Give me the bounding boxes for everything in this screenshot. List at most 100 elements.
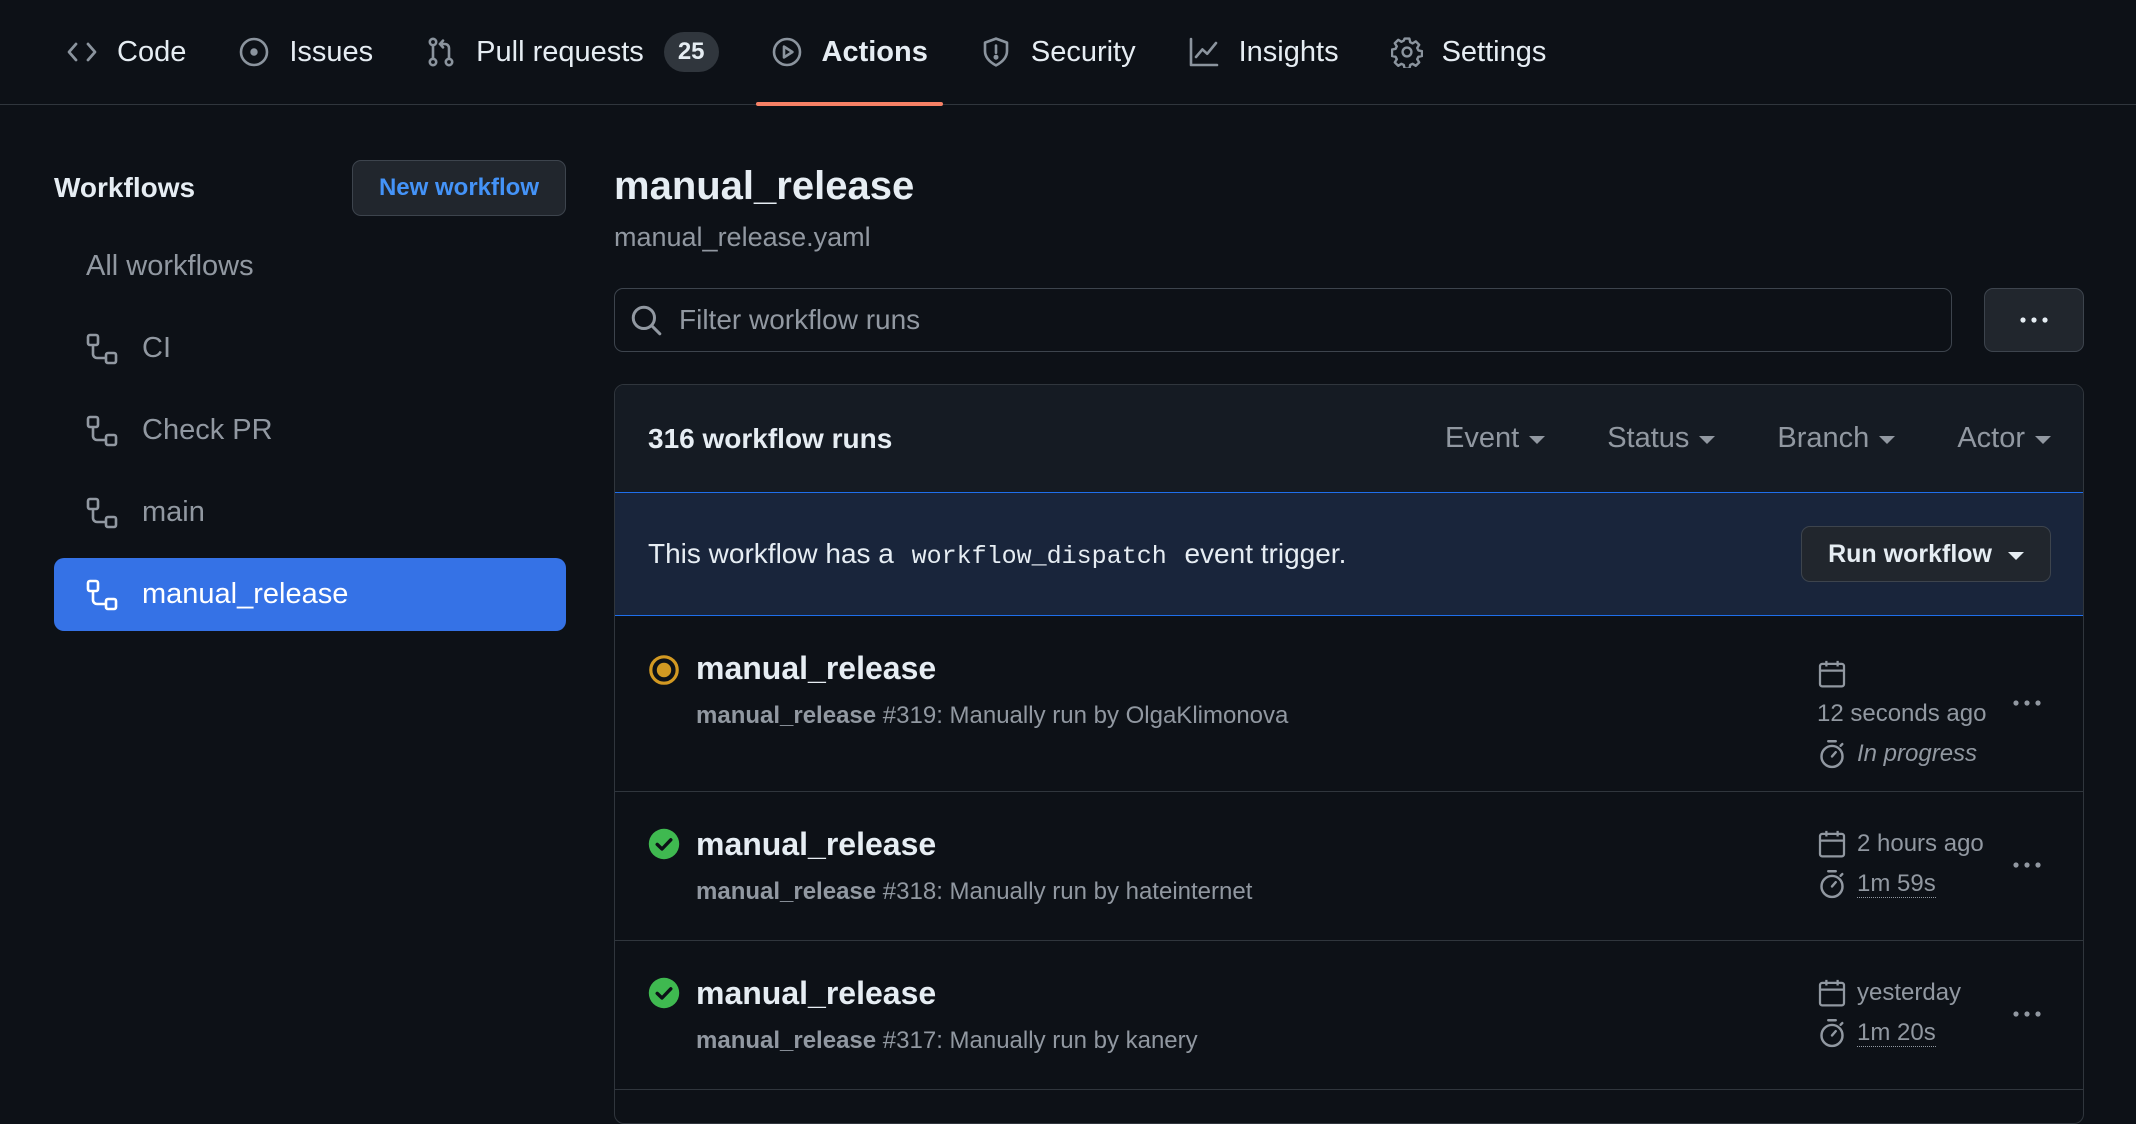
run-date: 2 hours ago	[1857, 830, 1984, 857]
run-workflow-name: manual_release	[696, 878, 877, 905]
run-workflow-label: Run workflow	[1828, 539, 1992, 568]
run-title-link[interactable]: manual_release	[696, 826, 936, 863]
tab-code-label: Code	[117, 35, 187, 68]
dispatch-suffix: event trigger.	[1184, 537, 1347, 569]
search-icon	[631, 305, 662, 336]
runs-box: 316 workflow runs Event Status Branch Ac…	[614, 384, 2084, 1124]
run-duration-line: 1m 20s	[1817, 1013, 1961, 1053]
tab-insights-label: Insights	[1238, 35, 1339, 68]
run-date-line: 2 hours ago	[1817, 824, 1984, 864]
workflow-list: All workflows CI Check PR main manual_re…	[54, 230, 566, 631]
sidebar-header: Workflows New workflow	[54, 160, 566, 216]
sidebar-item-label: All workflows	[86, 250, 254, 282]
check-circle-icon	[648, 977, 680, 1009]
kebab-horizontal-icon	[2020, 317, 2048, 323]
run-duration-line: 1m 59s	[1817, 864, 1984, 904]
code-icon	[67, 42, 97, 62]
dispatch-prefix: This workflow has a	[648, 537, 894, 569]
workflow-icon	[86, 333, 118, 364]
run-row[interactable]: manual_release manual_release #319: Manu…	[615, 616, 2083, 792]
run-meta: 12 seconds ago In progress	[1817, 654, 1986, 774]
run-row[interactable]: manual_release manual_release #317: Manu…	[615, 941, 2083, 1090]
run-date-icon-line	[1817, 654, 1986, 694]
run-subtitle: manual_release #318: Manually run by hat…	[696, 878, 1252, 906]
tab-settings[interactable]: Settings	[1390, 0, 1547, 105]
run-workflow-name: manual_release	[696, 1027, 877, 1054]
run-date-line: 12 seconds ago	[1817, 694, 1986, 734]
page-title: manual_release	[614, 164, 915, 208]
in-progress-icon	[649, 655, 679, 685]
run-title-link[interactable]: manual_release	[696, 975, 936, 1012]
sidebar-item-manual-release[interactable]: manual_release	[54, 558, 566, 631]
stopwatch-icon	[1820, 1019, 1844, 1048]
run-detail: #319: Manually run by OlgaKlimonova	[882, 702, 1289, 729]
tab-security[interactable]: Security	[980, 0, 1136, 105]
run-duration: 1m 20s	[1857, 1018, 1936, 1047]
run-subtitle: manual_release #319: Manually run by Olg…	[696, 702, 1288, 730]
tab-pull-requests-label: Pull requests	[476, 35, 644, 68]
workflow-file-link[interactable]: manual_release.yaml	[614, 222, 2084, 253]
pull-request-icon	[428, 37, 454, 67]
branch-filter[interactable]: Branch	[1777, 422, 1896, 455]
run-subtitle: manual_release #317: Manually run by kan…	[696, 1027, 1198, 1055]
calendar-icon	[1818, 830, 1846, 858]
tab-settings-label: Settings	[1441, 35, 1547, 68]
workflow-icon	[86, 579, 118, 610]
graph-icon	[1189, 37, 1218, 67]
workflow-icon	[86, 415, 118, 446]
calendar-icon	[1818, 979, 1846, 1007]
workflow-menu-button[interactable]	[1984, 288, 2084, 352]
run-duration: In progress	[1857, 740, 1978, 767]
tab-insights[interactable]: Insights	[1188, 0, 1339, 105]
sidebar-item-check-pr[interactable]: Check PR	[54, 394, 566, 467]
new-workflow-button[interactable]: New workflow	[351, 160, 566, 216]
sidebar-item-label: manual_release	[142, 578, 349, 610]
filter-box	[614, 288, 1952, 352]
sidebar-item-label: Check PR	[142, 414, 273, 446]
run-duration-line: In progress	[1817, 734, 1986, 774]
run-workflow-button[interactable]: Run workflow	[1801, 526, 2051, 582]
run-meta: yesterday 1m 20s	[1817, 973, 1961, 1053]
run-date-line: yesterday	[1817, 973, 1961, 1013]
kebab-horizontal-icon[interactable]	[2007, 850, 2047, 880]
kebab-horizontal-icon[interactable]	[2007, 999, 2047, 1029]
tab-security-label: Security	[1030, 35, 1136, 68]
pull-requests-counter: 25	[663, 32, 719, 72]
calendar-icon	[1818, 660, 1846, 688]
sidebar-item-all-workflows[interactable]: All workflows	[54, 230, 566, 303]
caret-down-icon	[2035, 436, 2051, 444]
actor-filter[interactable]: Actor	[1957, 422, 2051, 455]
play-icon	[772, 37, 801, 67]
sidebar-item-ci[interactable]: CI	[54, 312, 566, 385]
sidebar-item-main[interactable]: main	[54, 476, 566, 549]
run-workflow-name: manual_release	[696, 702, 877, 729]
repo-nav: Code Issues Pull requests 25 Actions Sec…	[0, 0, 2136, 106]
sidebar-title: Workflows	[54, 172, 196, 203]
run-detail: #318: Manually run by hateinternet	[882, 878, 1253, 905]
tab-actions[interactable]: Actions	[755, 0, 944, 106]
tab-pull-requests[interactable]: Pull requests 25	[425, 0, 719, 105]
run-detail: #317: Manually run by kanery	[882, 1027, 1198, 1054]
kebab-horizontal-icon[interactable]	[2007, 688, 2047, 718]
caret-down-icon	[2008, 551, 2024, 560]
caret-down-icon	[1879, 436, 1896, 444]
tab-actions-label: Actions	[821, 35, 928, 68]
event-filter[interactable]: Event	[1445, 422, 1546, 455]
event-filter-label: Event	[1445, 422, 1520, 454]
sidebar-item-label: CI	[142, 332, 171, 364]
workflows-sidebar: Workflows New workflow All workflows CI …	[54, 160, 566, 640]
run-title-link[interactable]: manual_release	[696, 650, 936, 687]
dispatch-text: This workflow has a workflow_dispatch ev…	[648, 538, 1801, 571]
issue-icon	[240, 37, 269, 67]
tab-code[interactable]: Code	[66, 0, 186, 105]
filter-runs-input[interactable]	[679, 304, 1951, 336]
status-filter-label: Status	[1607, 422, 1690, 454]
dispatch-banner: This workflow has a workflow_dispatch ev…	[615, 492, 2083, 616]
check-circle-icon	[648, 828, 680, 860]
tab-issues[interactable]: Issues	[238, 0, 373, 105]
caret-down-icon	[1699, 436, 1716, 444]
run-row[interactable]: manual_release manual_release #318: Manu…	[615, 792, 2083, 941]
actor-filter-label: Actor	[1957, 422, 2025, 454]
sidebar-item-label: main	[142, 496, 205, 528]
status-filter[interactable]: Status	[1607, 422, 1716, 455]
